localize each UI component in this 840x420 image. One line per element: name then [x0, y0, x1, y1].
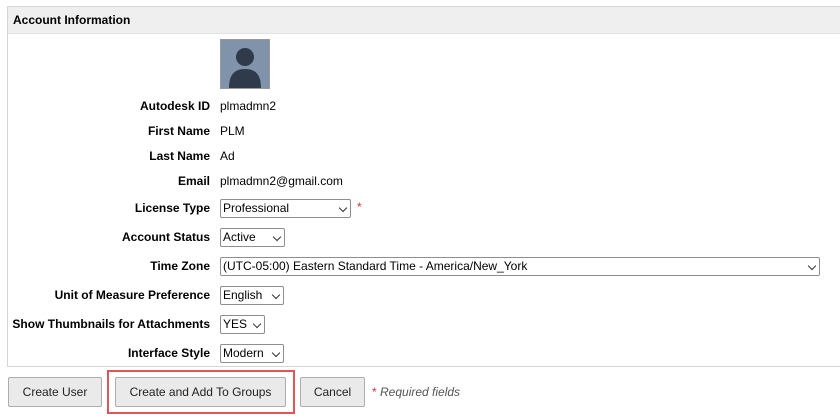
required-note-asterisk: *	[372, 385, 377, 399]
interface-style-selected: Modern	[223, 346, 264, 360]
time-zone-row: Time Zone (UTC-05:00) Eastern Standard T…	[0, 256, 840, 276]
first-name-row: First Name PLM	[0, 121, 840, 141]
autodesk-id-value: plmadmn2	[220, 99, 277, 113]
required-note-text: Required fields	[380, 385, 461, 399]
interface-style-row: Interface Style Modern	[0, 343, 840, 363]
show-thumbnails-row: Show Thumbnails for Attachments YES	[0, 314, 840, 334]
last-name-row: Last Name Ad	[0, 146, 840, 166]
chevron-down-icon	[807, 261, 817, 271]
section-title: Account Information	[8, 7, 840, 34]
first-name-label: First Name	[147, 124, 210, 138]
create-and-add-to-groups-button[interactable]: Create and Add To Groups	[115, 377, 286, 407]
unit-of-measure-selected: English	[223, 288, 263, 302]
show-thumbnails-selected: YES	[223, 317, 248, 331]
email-value: plmadmn2@gmail.com	[220, 174, 343, 188]
account-status-row: Account Status Active	[0, 227, 840, 247]
user-avatar-icon	[220, 39, 270, 89]
email-row: Email plmadmn2@gmail.com	[0, 171, 840, 191]
email-label: Email	[177, 174, 210, 188]
time-zone-select[interactable]: (UTC-05:00) Eastern Standard Time - Amer…	[220, 257, 820, 276]
time-zone-selected: (UTC-05:00) Eastern Standard Time - Amer…	[223, 259, 528, 273]
chevron-down-icon	[252, 319, 262, 329]
license-type-label: License Type	[134, 201, 210, 215]
required-fields-note: * Required fields	[372, 384, 460, 400]
autodesk-id-label: Autodesk ID	[139, 99, 210, 113]
last-name-value: Ad	[220, 149, 235, 163]
cancel-button[interactable]: Cancel	[300, 377, 365, 407]
account-status-selected: Active	[223, 230, 256, 244]
license-type-select[interactable]: Professional	[220, 199, 351, 218]
chevron-down-icon	[272, 232, 282, 242]
account-status-select[interactable]: Active	[220, 228, 285, 247]
chevron-down-icon	[271, 348, 281, 358]
chevron-down-icon	[338, 203, 348, 213]
account-status-label: Account Status	[121, 230, 210, 244]
show-thumbnails-label: Show Thumbnails for Attachments	[12, 317, 210, 331]
autodesk-id-row: Autodesk ID plmadmn2	[0, 96, 840, 116]
unit-of-measure-select[interactable]: English	[220, 286, 284, 305]
interface-style-select[interactable]: Modern	[220, 344, 284, 363]
unit-of-measure-label: Unit of Measure Preference	[54, 288, 210, 302]
license-type-row: License Type Professional *	[0, 198, 840, 218]
time-zone-label: Time Zone	[150, 259, 210, 273]
last-name-label: Last Name	[149, 149, 210, 163]
create-user-button[interactable]: Create User	[8, 377, 102, 407]
show-thumbnails-select[interactable]: YES	[220, 315, 265, 334]
license-type-selected: Professional	[223, 201, 290, 215]
interface-style-label: Interface Style	[127, 346, 210, 360]
required-asterisk: *	[357, 200, 362, 214]
first-name-value: PLM	[220, 124, 245, 138]
unit-of-measure-row: Unit of Measure Preference English	[0, 285, 840, 305]
chevron-down-icon	[271, 290, 281, 300]
